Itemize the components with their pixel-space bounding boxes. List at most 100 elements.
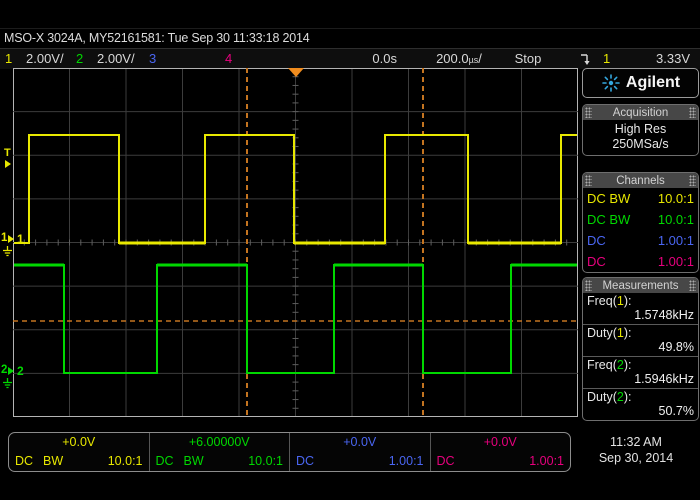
ch3-probe: 1.00:1 [389, 454, 424, 468]
ch2-ground-marker[interactable]: 2 [1, 365, 14, 376]
measurement-duty1[interactable]: Duty(1): 49.8% [583, 324, 698, 356]
ch4-coupling: DC [437, 454, 455, 468]
status-ch4-number[interactable]: 4 [225, 51, 232, 66]
title-bar: MSO-X 3024A, MY52161581: Tue Sep 30 11:3… [0, 28, 700, 49]
ch1-settings-cell[interactable]: +0.0V DC BW 10.0:1 [9, 433, 150, 471]
ch2-probe: 10.0:1 [248, 454, 283, 468]
measurement-freq2[interactable]: Freq(2): 1.5946kHz [583, 356, 698, 388]
ch1-bw-limit: BW [43, 454, 63, 468]
meas-channel-digit: 1 [617, 294, 624, 308]
ch3-offset: +0.0V [290, 435, 430, 449]
meas-label-pre: Freq( [587, 358, 617, 372]
ch1-ground-marker[interactable]: 1 [1, 233, 14, 244]
grip-dots-icon [689, 107, 696, 118]
ch4-coupling: DC [587, 251, 606, 272]
ch2-settings-cell[interactable]: +6.00000V DC BW 10.0:1 [150, 433, 291, 471]
grip-dots-icon [585, 175, 592, 186]
channels-section: Channels DC BW 10.0:1 DC BW 10.0:1 DC 1.… [582, 172, 699, 273]
channel-row-2[interactable]: DC BW 10.0:1 [583, 209, 698, 230]
ch3-probe-ratio: 1.00:1 [658, 230, 694, 251]
status-ch3-number[interactable]: 3 [149, 51, 156, 66]
acquisition-header[interactable]: Acquisition [583, 105, 698, 120]
timebase-unit: µs [469, 55, 479, 65]
timebase-value: 200.0 [436, 51, 469, 66]
grip-dots-icon [585, 107, 592, 118]
ch4-offset: +0.0V [431, 435, 571, 449]
ch4-settings-cell[interactable]: +0.0V DC 1.00:1 [431, 433, 571, 471]
current-time: 11:32 AM [578, 434, 694, 450]
acquisition-section: Acquisition High Res 250MSa/s [582, 104, 699, 156]
status-ch1-number[interactable]: 1 [5, 51, 12, 66]
ch1-earth-ground-icon [2, 246, 13, 257]
meas-label-post: ): [624, 294, 632, 308]
meas-label-post: ): [624, 390, 632, 404]
meas-value: 1.5748kHz [587, 308, 694, 322]
ch2-inplot-label: 2 [17, 365, 24, 377]
ch1-offset: +0.0V [9, 435, 149, 449]
acquisition-title: Acquisition [613, 107, 669, 119]
oscilloscope-screen: MSO-X 3024A, MY52161581: Tue Sep 30 11:3… [0, 0, 700, 500]
measurement-freq1[interactable]: Freq(1): 1.5748kHz [583, 293, 698, 324]
ch1-coupling: DC BW [587, 188, 630, 209]
status-trigger-level[interactable]: 3.33V [634, 51, 690, 66]
meas-label-pre: Duty( [587, 390, 617, 404]
grip-dots-icon [689, 175, 696, 186]
status-run-state[interactable]: Stop [506, 51, 550, 66]
ch2-earth-ground-icon [2, 378, 13, 389]
measurements-section: Measurements Freq(1): 1.5748kHz Duty(1):… [582, 277, 699, 421]
status-delay-readout[interactable]: 0.0s [355, 51, 397, 66]
status-ch1-vdiv[interactable]: 2.00V/ [26, 51, 64, 66]
clock: 11:32 AM Sep 30, 2014 [578, 434, 694, 466]
current-date: Sep 30, 2014 [578, 450, 694, 466]
trigger-level-marker[interactable]: T [4, 148, 11, 168]
ch2-coupling: DC [156, 454, 174, 468]
meas-label-pre: Duty( [587, 326, 617, 340]
ch2-marker-arrow-icon [8, 367, 14, 375]
ch2-offset: +6.00000V [150, 435, 290, 449]
brand-logo: Agilent [582, 68, 699, 98]
meas-label-post: ): [624, 326, 632, 340]
ch3-coupling: DC [587, 230, 606, 251]
ch4-probe-ratio: 1.00:1 [658, 251, 694, 272]
meas-channel-digit: 2 [617, 358, 624, 372]
ch2-marker-label: 2 [1, 365, 7, 376]
ch4-probe: 1.00:1 [529, 454, 564, 468]
waveform-canvas[interactable] [13, 68, 578, 417]
ch1-probe-ratio: 10.0:1 [658, 188, 694, 209]
ch1-coupling: DC [15, 454, 33, 468]
meas-value: 50.7% [587, 404, 694, 418]
measurement-duty2[interactable]: Duty(2): 50.7% [583, 388, 698, 420]
meas-channel-digit: 2 [617, 390, 624, 404]
meas-value: 1.5946kHz [587, 372, 694, 386]
ch3-settings-cell[interactable]: +0.0V DC 1.00:1 [290, 433, 431, 471]
channel-row-1[interactable]: DC BW 10.0:1 [583, 188, 698, 209]
sidebar: Agilent Acquisition High Res 250MSa/s Ch… [582, 68, 699, 421]
trigger-level-label: T [4, 148, 11, 158]
channel-settings-bar: +0.0V DC BW 10.0:1 +6.00000V DC BW 10.0:… [8, 432, 571, 472]
ch3-coupling: DC [296, 454, 314, 468]
grip-dots-icon [585, 280, 592, 291]
channel-row-3[interactable]: DC 1.00:1 [583, 230, 698, 251]
grip-dots-icon [689, 280, 696, 291]
ch1-marker-arrow-icon [8, 235, 14, 243]
brand-name: Agilent [626, 74, 680, 92]
status-timebase-readout[interactable]: 200.0µs/ [424, 51, 494, 66]
sample-rate: 250MSa/s [583, 137, 698, 152]
status-trigger-source[interactable]: 1 [603, 51, 610, 66]
timebase-slash: / [478, 51, 482, 66]
meas-channel-digit: 1 [617, 326, 624, 340]
ch1-inplot-label: 1 [17, 233, 24, 245]
status-ch2-vdiv[interactable]: 2.00V/ [97, 51, 135, 66]
channel-row-4[interactable]: DC 1.00:1 [583, 251, 698, 272]
status-bar: 1 2.00V/ 2 2.00V/ 3 4 0.0s 200.0µs/ Stop… [0, 48, 700, 69]
channels-title: Channels [616, 175, 665, 187]
status-ch2-number[interactable]: 2 [76, 51, 83, 66]
trigger-level-arrow-icon [5, 160, 11, 168]
measurements-title: Measurements [602, 280, 678, 292]
meas-value: 49.8% [587, 340, 694, 354]
meas-label-pre: Freq( [587, 294, 617, 308]
measurements-header[interactable]: Measurements [583, 278, 698, 293]
trigger-edge-icon[interactable] [579, 52, 592, 66]
channels-header[interactable]: Channels [583, 173, 698, 188]
ch1-probe: 10.0:1 [108, 454, 143, 468]
